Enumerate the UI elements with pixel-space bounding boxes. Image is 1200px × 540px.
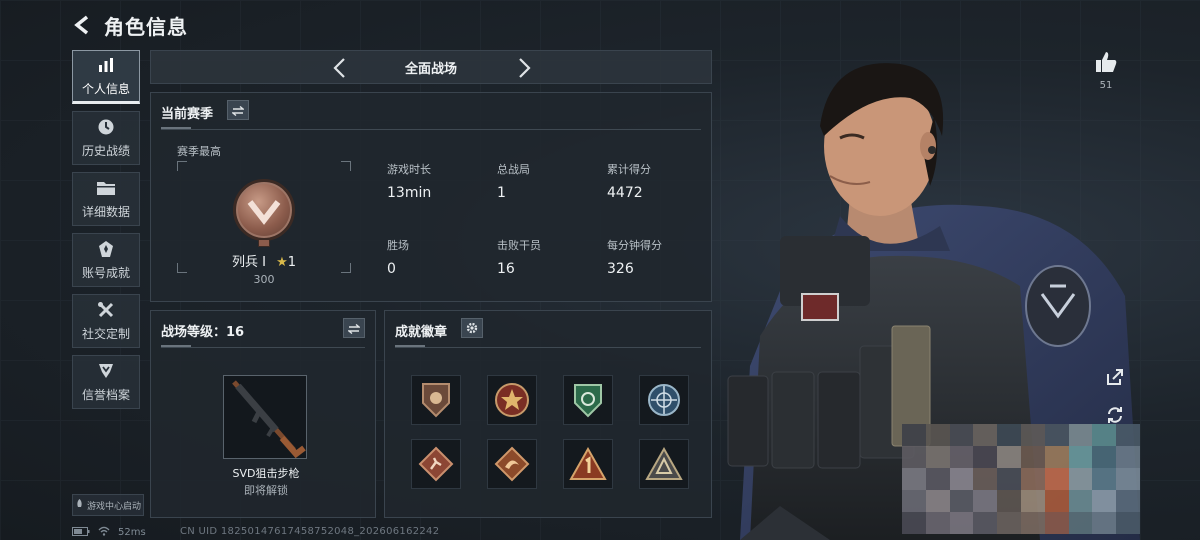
sidebar-item-label: 信誉档案 [81, 388, 130, 402]
mode-next-arrow-icon[interactable] [513, 56, 537, 80]
sidebar: 个人信息 历史战绩 详细数据 账号成就 社交定制 信誉档案 [72, 50, 140, 416]
achievements-panel: 成就徽章 [384, 310, 712, 518]
rifle-icon [232, 380, 306, 459]
dragon-badge[interactable] [487, 439, 537, 489]
wifi-icon [98, 526, 110, 539]
thumbs-up-icon [1096, 52, 1117, 72]
stat-score-per-minute: 每分钟得分 326 [607, 237, 662, 277]
sidebar-item-label: 个人信息 [81, 82, 130, 96]
rank-name: 列兵 I [231, 255, 266, 270]
back-arrow-icon[interactable] [72, 14, 94, 36]
star-icon: ★ [276, 255, 288, 270]
stat-play-time: 游戏时长 13min [387, 161, 431, 201]
stat-total-matches: 总战局 1 [497, 161, 530, 201]
like-count: 51 [1099, 80, 1113, 91]
swap-icon [347, 319, 361, 338]
sidebar-item-history[interactable]: 历史战绩 [72, 111, 140, 165]
clock-icon [96, 117, 116, 137]
refresh-icon [1108, 407, 1122, 423]
shield-icon [96, 361, 116, 381]
panel-title: 当前赛季 [161, 107, 214, 122]
rank-1-badge[interactable] [563, 439, 613, 489]
launch-badge-label: 游戏中心启动 [86, 501, 141, 512]
stat-label: 累计得分 [607, 163, 651, 176]
game-center-launch-badge: 游戏中心启动 [72, 494, 144, 516]
triangle-badge[interactable] [639, 439, 689, 489]
panel-title: 成就徽章 [395, 325, 448, 340]
stat-wins: 胜场 0 [387, 237, 409, 277]
bar-chart-icon [96, 55, 116, 75]
stat-label: 击败干员 [497, 239, 541, 252]
sidebar-item-label: 账号成就 [81, 266, 130, 280]
battlefield-level-panel: 战场等级：16 SVD狙击步枪 即将解锁 [150, 310, 376, 518]
level-switch-button[interactable] [343, 318, 365, 338]
stat-total-score: 累计得分 4472 [607, 161, 651, 201]
divider [161, 345, 365, 348]
stat-label: 每分钟得分 [607, 239, 662, 252]
weapon-card[interactable] [223, 375, 307, 459]
stat-value: 0 [387, 261, 396, 277]
sidebar-item-credit[interactable]: 信誉档案 [72, 355, 140, 409]
page-title: 角色信息 [104, 14, 188, 39]
current-season-panel: 当前赛季 赛季最高 列兵 I ★1 300 游戏时长 13min 总战局 1 累… [150, 92, 712, 302]
rocket-icon [75, 498, 84, 512]
panel-title: 战场等级：16 [161, 325, 245, 340]
sidebar-item-label: 历史战绩 [81, 144, 130, 158]
lion-badge[interactable] [411, 375, 461, 425]
divider [161, 127, 701, 130]
sidebar-item-social[interactable]: 社交定制 [72, 294, 140, 348]
weapon-name: SVD狙击步枪 [232, 467, 300, 480]
stat-label: 总战局 [497, 163, 530, 176]
mode-label: 全面战场 [404, 61, 457, 77]
stat-value: 16 [497, 261, 515, 277]
stat-value: 326 [607, 261, 634, 277]
green-shield-badge[interactable] [563, 375, 613, 425]
mode-selector: 全面战场 [150, 50, 712, 84]
season-best-label: 赛季最高 [177, 145, 221, 158]
rank-medal-icon [233, 179, 295, 241]
medal-icon [96, 239, 116, 259]
sidebar-item-achievements[interactable]: 账号成就 [72, 233, 140, 287]
user-uid: CN UID 18250147617458752048_202606162242 [180, 526, 440, 537]
like-button[interactable] [1094, 50, 1118, 74]
stat-label: 游戏时长 [387, 163, 431, 176]
runner-badge[interactable] [411, 439, 461, 489]
rank-medal-tab [258, 239, 270, 247]
stat-value: 1 [497, 185, 506, 201]
sidebar-item-detail-data[interactable]: 详细数据 [72, 172, 140, 226]
ping-value: 52ms [118, 527, 146, 538]
share-icon [1107, 369, 1123, 385]
stat-kills: 击败干员 16 [497, 237, 541, 277]
rotate-button[interactable] [1104, 404, 1126, 426]
star-badge[interactable] [487, 375, 537, 425]
stat-value: 4472 [607, 185, 643, 201]
rank-stars: 1 [287, 255, 297, 270]
rank-score: 300 [253, 273, 275, 286]
battery-icon [72, 526, 90, 539]
sidebar-item-label: 详细数据 [81, 205, 130, 219]
gear-icon [466, 319, 478, 338]
status-bar: 52ms [72, 526, 146, 539]
stat-value: 13min [387, 185, 432, 201]
season-switch-button[interactable] [227, 100, 249, 120]
globe-badge[interactable] [639, 375, 689, 425]
rank-name-line: 列兵 I ★1 [177, 251, 351, 270]
mode-prev-arrow-icon[interactable] [327, 56, 351, 80]
folder-icon [96, 178, 116, 198]
swap-icon [231, 101, 245, 120]
achievement-settings-button[interactable] [461, 318, 483, 338]
stat-label: 胜场 [387, 239, 409, 252]
divider [395, 345, 701, 348]
header: 角色信息 [72, 8, 188, 42]
sidebar-item-personal-info[interactable]: 个人信息 [72, 50, 140, 104]
weapon-status: 即将解锁 [244, 484, 288, 497]
sidebar-item-label: 社交定制 [81, 327, 130, 341]
pixelated-overlay [902, 424, 1140, 534]
tools-icon [96, 300, 116, 320]
share-button[interactable] [1104, 366, 1126, 388]
